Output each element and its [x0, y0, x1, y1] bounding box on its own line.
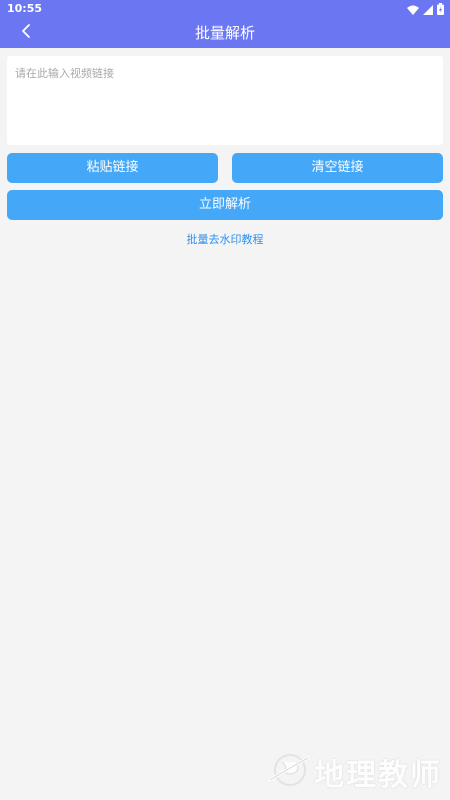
watermark-text: 地理教师: [314, 758, 442, 793]
battery-icon: [437, 0, 444, 19]
status-time: 10:55: [7, 2, 43, 15]
cell-signal-icon: [423, 0, 433, 19]
watermark-tutorial-link[interactable]: 批量去水印教程: [0, 233, 450, 247]
video-link-input[interactable]: [7, 56, 443, 145]
parse-now-button[interactable]: 立即解析: [7, 190, 443, 220]
status-icons: [407, 2, 444, 15]
globe-logo-icon: [266, 750, 310, 794]
screen: 10:55 批量解析 请在此输入视频链接 粘贴链接 清空链接 立即解析 批量去水…: [0, 0, 450, 800]
clear-link-button[interactable]: 清空链接: [232, 153, 443, 183]
status-bar: 10:55: [0, 0, 450, 18]
app-bar: 批量解析: [0, 18, 450, 48]
wifi-icon: [407, 0, 419, 19]
paste-link-button[interactable]: 粘贴链接: [7, 153, 218, 183]
watermark: 地理教师: [266, 750, 442, 794]
page-title: 批量解析: [194, 24, 255, 42]
